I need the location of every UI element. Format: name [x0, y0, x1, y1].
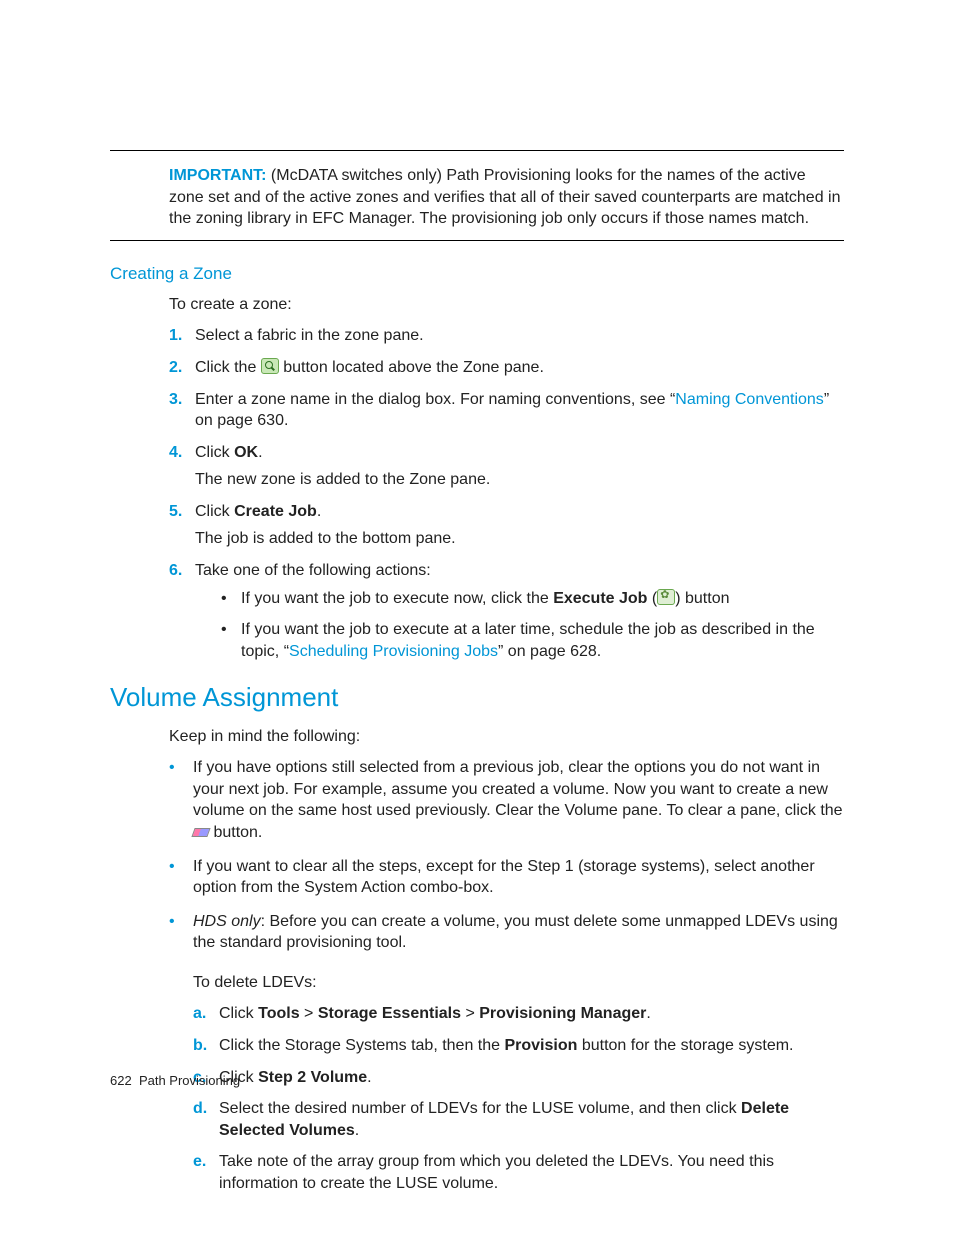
- vb1-text-b: button.: [209, 824, 262, 841]
- step-6: 6. Take one of the following actions: If…: [169, 560, 844, 662]
- intro-volume-assignment: Keep in mind the following:: [169, 726, 844, 748]
- ldev-intro: To delete LDEVs:: [193, 972, 844, 994]
- link-naming-conventions[interactable]: Naming Conventions: [675, 391, 824, 408]
- important-label: IMPORTANT:: [169, 167, 266, 184]
- step-4-text-a: Click: [195, 444, 234, 461]
- step-2: 2. Click the button located above the Zo…: [169, 357, 844, 379]
- vb3-ital: HDS only: [193, 913, 261, 930]
- step-6-bullet-2: If you want the job to execute at a late…: [221, 619, 844, 662]
- la-gt2: >: [461, 1005, 479, 1022]
- lb-text-a: Click the Storage Systems tab, then the: [219, 1037, 504, 1054]
- volume-bullet-1: If you have options still selected from …: [169, 757, 844, 843]
- execute-job-icon: [657, 589, 675, 605]
- step-2-text-a: Click the: [195, 359, 261, 376]
- step-2-text-b: button located above the Zone pane.: [279, 359, 544, 376]
- ld-text-b: .: [355, 1122, 359, 1139]
- s6b1-bold: Execute Job: [553, 590, 647, 607]
- volume-bullet-3: HDS only: Before you can create a volume…: [169, 911, 844, 1195]
- s6b1-text-b: (: [647, 590, 657, 607]
- la-text: Click: [219, 1005, 258, 1022]
- lb-bold: Provision: [504, 1037, 577, 1054]
- heading-volume-assignment: Volume Assignment: [110, 680, 844, 715]
- lc-bold: Step 2 Volume: [258, 1069, 367, 1086]
- step-5-text-b: .: [317, 503, 321, 520]
- step-4-cont: The new zone is added to the Zone pane.: [195, 469, 844, 491]
- step-4-text-b: .: [258, 444, 262, 461]
- step-5-cont: The job is added to the bottom pane.: [195, 528, 844, 550]
- step-3: 3. Enter a zone name in the dialog box. …: [169, 389, 844, 432]
- steps-list: 1.Select a fabric in the zone pane. 2. C…: [169, 325, 844, 662]
- la-b3: Provisioning Manager: [479, 1005, 646, 1022]
- intro-creating-zone: To create a zone:: [169, 294, 844, 316]
- page: IMPORTANT: (McDATA switches only) Path P…: [0, 0, 954, 1235]
- step-6-bullets: If you want the job to execute now, clic…: [221, 588, 844, 663]
- page-number: 622: [110, 1073, 132, 1088]
- step-1: 1.Select a fabric in the zone pane.: [169, 325, 844, 347]
- step-4: 4. Click OK. The new zone is added to th…: [169, 442, 844, 491]
- divider-top: [110, 150, 844, 151]
- ldev-step-a: a. Click Tools > Storage Essentials > Pr…: [193, 1003, 844, 1025]
- footer-title: Path Provisioning: [139, 1073, 240, 1088]
- step-1-text: Select a fabric in the zone pane.: [195, 327, 424, 344]
- la-gt1: >: [300, 1005, 318, 1022]
- step-5: 5. Click Create Job. The job is added to…: [169, 501, 844, 550]
- volume-bullet-2: If you want to clear all the steps, exce…: [169, 856, 844, 899]
- s6b1-text-a: If you want the job to execute now, clic…: [241, 590, 553, 607]
- lb-text-b: button for the storage system.: [577, 1037, 793, 1054]
- step-4-bold: OK: [234, 444, 258, 461]
- important-text: (McDATA switches only) Path Provisioning…: [169, 167, 841, 227]
- divider-bottom: [110, 240, 844, 241]
- le-text: Take note of the array group from which …: [219, 1153, 774, 1192]
- vb3-text: : Before you can create a volume, you mu…: [193, 913, 838, 952]
- eraser-icon: [193, 825, 209, 839]
- vb1-text-a: If you have options still selected from …: [193, 759, 843, 819]
- ldev-step-c: c. Click Step 2 Volume.: [193, 1067, 844, 1089]
- heading-creating-zone: Creating a Zone: [110, 263, 844, 286]
- la-b2: Storage Essentials: [318, 1005, 461, 1022]
- ldev-steps: a. Click Tools > Storage Essentials > Pr…: [193, 1003, 844, 1194]
- ldev-step-b: b. Click the Storage Systems tab, then t…: [193, 1035, 844, 1057]
- step-6-text: Take one of the following actions:: [195, 562, 431, 579]
- s6b1-text-c: ) button: [675, 590, 729, 607]
- step-5-bold: Create Job: [234, 503, 317, 520]
- step-6-bullet-1: If you want the job to execute now, clic…: [221, 588, 844, 610]
- la-b1: Tools: [258, 1005, 299, 1022]
- link-scheduling-jobs[interactable]: Scheduling Provisioning Jobs: [289, 643, 498, 660]
- la-end: .: [646, 1005, 650, 1022]
- step-5-text-a: Click: [195, 503, 234, 520]
- step-3-text-a: Enter a zone name in the dialog box. For…: [195, 391, 675, 408]
- new-zone-icon: [261, 358, 279, 374]
- page-footer: 622 Path Provisioning: [110, 1072, 240, 1090]
- volume-bullets: If you have options still selected from …: [169, 757, 844, 1195]
- important-note: IMPORTANT: (McDATA switches only) Path P…: [169, 165, 844, 230]
- ld-text-a: Select the desired number of LDEVs for t…: [219, 1100, 741, 1117]
- ldev-step-d: d. Select the desired number of LDEVs fo…: [193, 1098, 844, 1141]
- s6b2-text-b: ” on page 628.: [498, 643, 601, 660]
- ldev-step-e: e. Take note of the array group from whi…: [193, 1151, 844, 1194]
- lc-text-b: .: [367, 1069, 371, 1086]
